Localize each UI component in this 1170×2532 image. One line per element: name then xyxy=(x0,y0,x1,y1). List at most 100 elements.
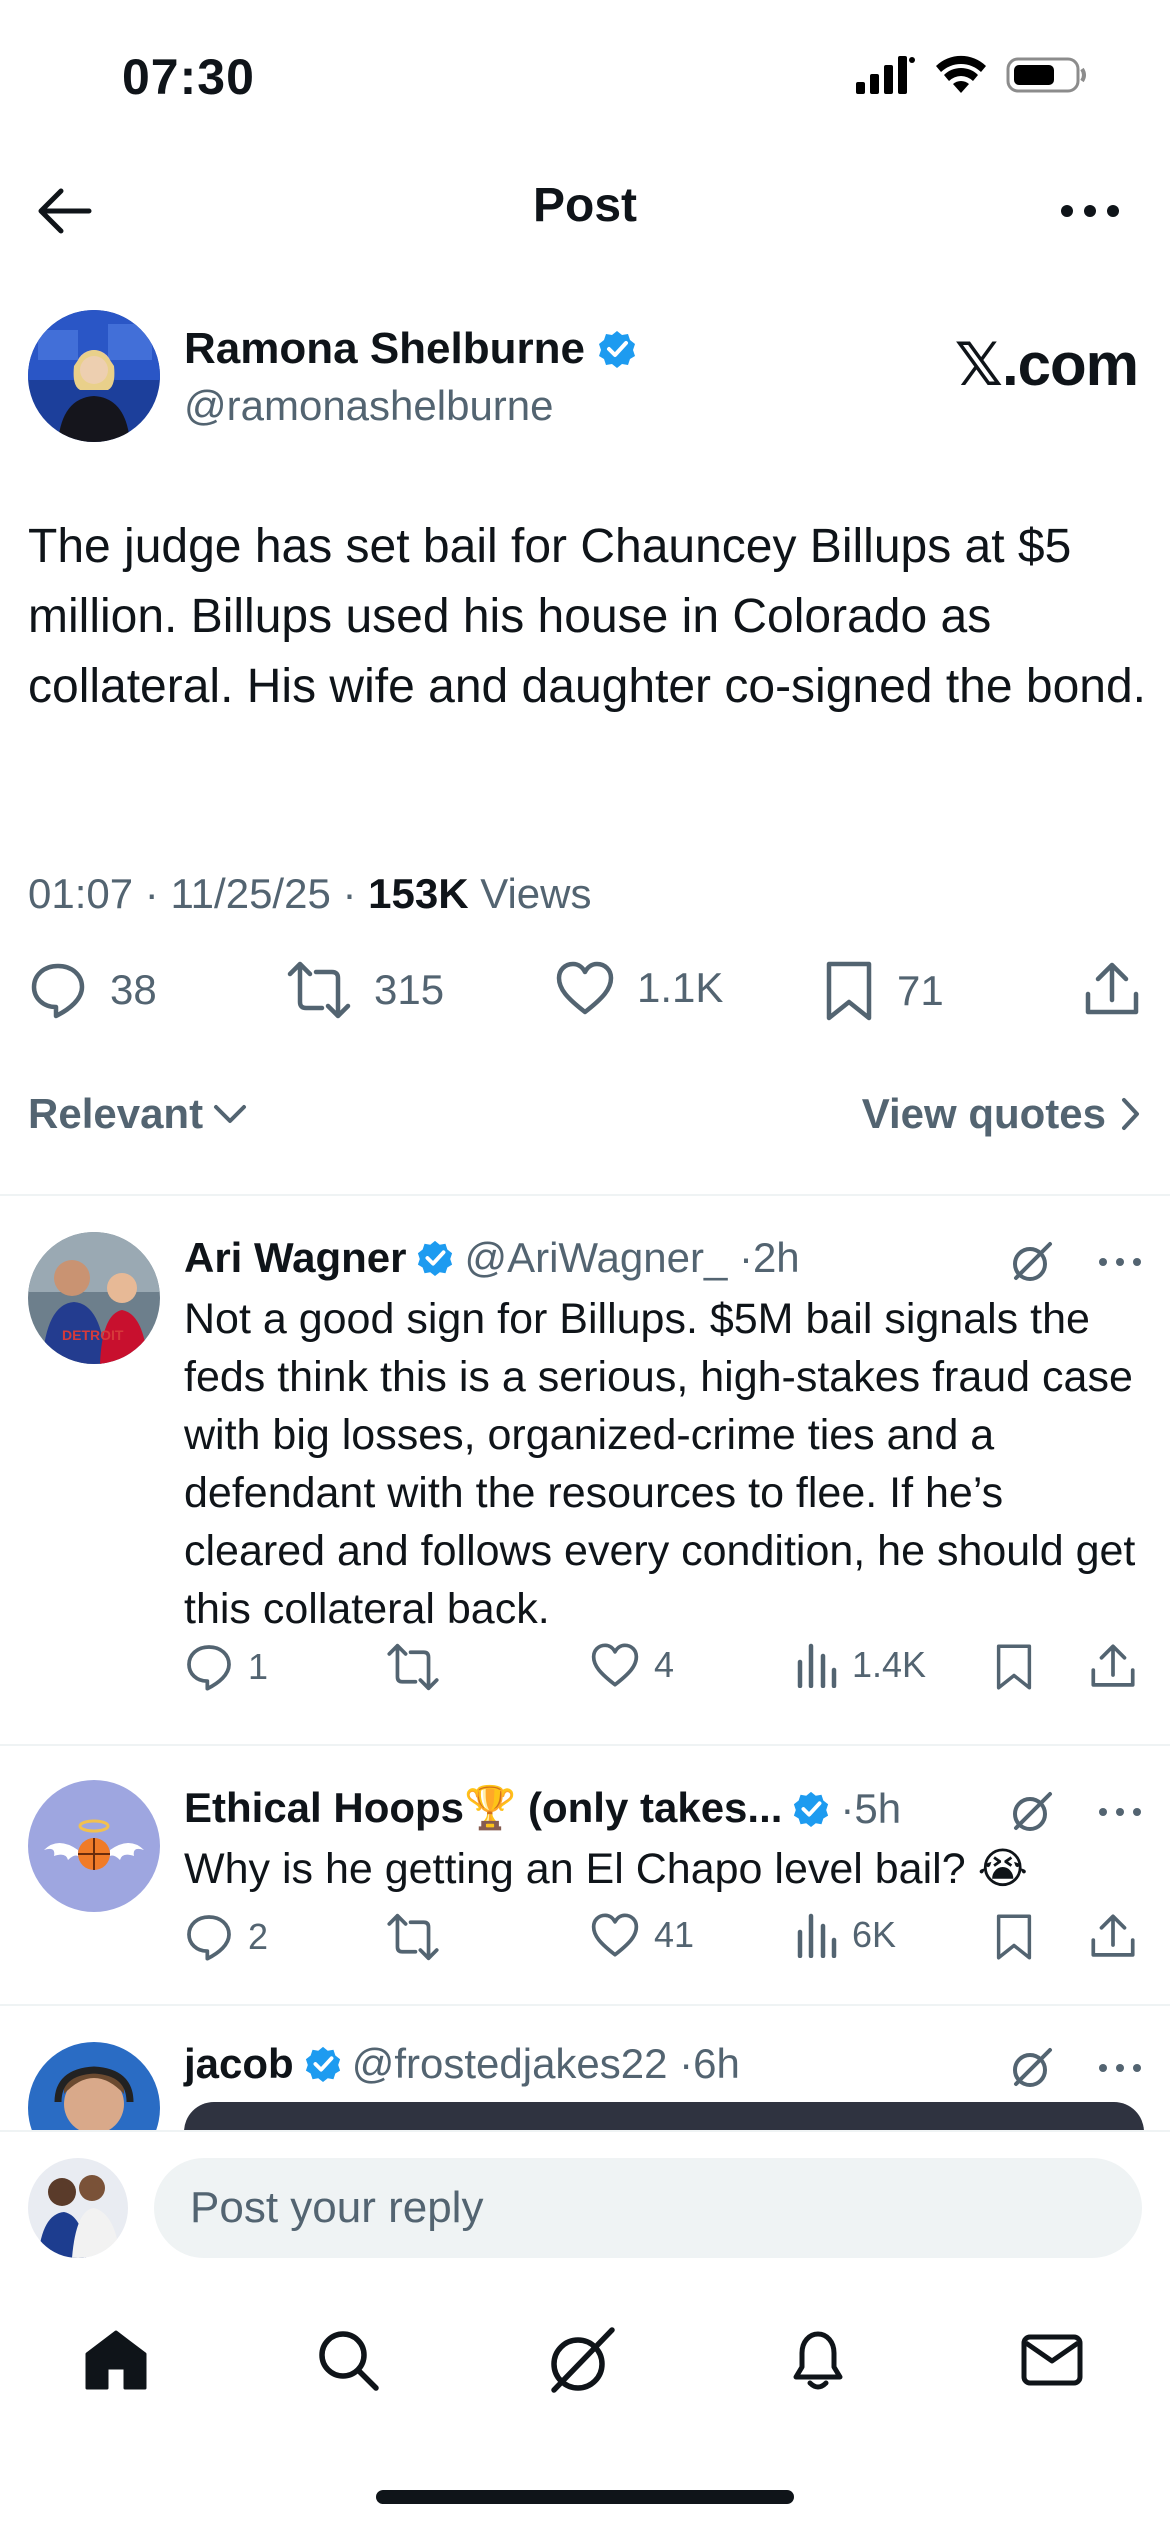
author-name-text: Ramona Shelburne xyxy=(184,324,585,373)
reply-time: 5h xyxy=(854,1784,902,1832)
reply-media-preview[interactable] xyxy=(184,2102,1144,2130)
sort-row: Relevant View quotes xyxy=(28,1090,1140,1150)
avatar[interactable] xyxy=(28,2042,160,2130)
grok-icon[interactable] xyxy=(1010,1790,1054,1834)
svg-text:DETROIT: DETROIT xyxy=(62,1327,124,1343)
reply-time: 6h xyxy=(693,2040,740,2087)
reply-count: 38 xyxy=(110,966,157,1013)
bookmark-button[interactable]: 71 xyxy=(823,960,944,1022)
view-quotes-link[interactable]: View quotes xyxy=(862,1090,1140,1138)
author-name[interactable]: Ramona Shelburne xyxy=(184,324,637,374)
avatar[interactable] xyxy=(28,310,160,442)
avatar[interactable] xyxy=(28,2158,128,2258)
like-count: 4 xyxy=(654,1644,675,1685)
reply-icon xyxy=(187,1645,231,1691)
reply-author-name[interactable]: Ethical Hoops🏆 (only takes... xyxy=(184,1784,782,1833)
bookmark-count: 71 xyxy=(897,967,944,1014)
verified-badge-icon xyxy=(598,331,635,368)
reply-button[interactable]: 2 xyxy=(184,1912,268,1962)
reply-composer xyxy=(0,2130,1170,2280)
reply-item[interactable]: jacob @frostedjakes22 · 6h xyxy=(0,2006,1170,2130)
tab-messages[interactable] xyxy=(1002,2310,1102,2410)
share-icon xyxy=(1091,1914,1135,1957)
tab-notifications[interactable] xyxy=(768,2310,868,2410)
verified-badge-icon xyxy=(794,1791,829,1827)
views-button[interactable]: 6K xyxy=(796,1912,896,1958)
avatar[interactable]: DETROIT xyxy=(28,1232,160,1364)
author-avatar-image xyxy=(28,310,160,442)
tab-home[interactable] xyxy=(66,2310,166,2410)
bar-chart-icon xyxy=(797,1913,837,1958)
reply-text: Not a good sign for Billups. $5M bail si… xyxy=(184,1295,1136,1633)
share-icon xyxy=(1091,1644,1135,1687)
reply-item[interactable]: Ethical Hoops🏆 (only takes... · 5h Why i… xyxy=(0,1746,1170,2004)
bookmark-button[interactable] xyxy=(994,1912,1034,1962)
bookmark-button[interactable] xyxy=(994,1642,1034,1692)
bell-icon xyxy=(793,2331,843,2390)
reply-input[interactable] xyxy=(154,2158,1142,2258)
repost-button[interactable] xyxy=(386,1912,454,1962)
bookmark-icon xyxy=(996,1644,1032,1690)
bookmark-icon xyxy=(826,961,872,1021)
more-horizontal-icon xyxy=(1061,205,1119,217)
search-icon xyxy=(319,2331,379,2391)
tab-grok[interactable] xyxy=(532,2310,632,2410)
more-horizontal-icon[interactable] xyxy=(1098,2063,1142,2073)
reply-author-handle[interactable]: @frostedjakes22 xyxy=(352,2040,668,2088)
like-button[interactable]: 1.1K xyxy=(555,960,723,1016)
heart-icon xyxy=(556,961,614,1015)
reply-author-name[interactable]: jacob xyxy=(184,2040,294,2088)
reply-item[interactable]: DETROIT Ari Wagner @AriWagner_ · 2h Not … xyxy=(0,1196,1170,1744)
home-icon xyxy=(85,2330,147,2390)
page-title: Post xyxy=(532,179,637,232)
post-actions: 38 315 1.1K 71 xyxy=(28,960,1148,1040)
share-icon xyxy=(1085,962,1139,1015)
reply-header: Ari Wagner @AriWagner_ · 2h xyxy=(184,1234,800,1282)
grok-icon[interactable] xyxy=(1010,1240,1054,1284)
header: Post xyxy=(0,160,1170,260)
verified-badge-icon xyxy=(305,2046,340,2083)
reply-time: 2h xyxy=(752,1234,800,1281)
status-time: 07:30 xyxy=(122,49,255,105)
reply-author-name[interactable]: Ari Wagner xyxy=(184,1234,406,1282)
share-button[interactable] xyxy=(1090,1642,1136,1690)
reply-header-icons xyxy=(1010,1240,1142,1284)
more-options-button[interactable] xyxy=(1050,176,1130,246)
post-date: 11/25/25 xyxy=(170,870,331,917)
reply-button[interactable]: 38 xyxy=(28,960,157,1020)
repost-button[interactable]: 315 xyxy=(286,960,444,1020)
reply-count: 1 xyxy=(248,1646,269,1687)
share-button[interactable] xyxy=(1084,960,1140,1018)
more-horizontal-icon[interactable] xyxy=(1098,1257,1142,1267)
reply-button[interactable]: 1 xyxy=(184,1642,268,1692)
reply-header: Ethical Hoops🏆 (only takes... · 5h xyxy=(184,1784,901,1833)
reply-author-handle[interactable]: @AriWagner_ xyxy=(464,1234,727,1282)
reply-header-icons xyxy=(1010,1790,1142,1834)
status-bar: 07:30 xyxy=(0,0,1170,150)
reply-avatar-image xyxy=(28,1780,160,1912)
mail-icon xyxy=(1021,2334,1083,2386)
grok-icon[interactable] xyxy=(1010,2046,1054,2090)
repost-button[interactable] xyxy=(386,1642,454,1692)
cellular-signal-icon xyxy=(856,56,915,94)
dot-separator: · xyxy=(727,1234,753,1281)
more-horizontal-icon[interactable] xyxy=(1098,1807,1142,1817)
tab-search[interactable] xyxy=(298,2310,398,2410)
share-button[interactable] xyxy=(1090,1912,1136,1960)
sort-dropdown[interactable]: Relevant xyxy=(28,1090,247,1138)
views-button[interactable]: 1.4K xyxy=(796,1642,926,1688)
wifi-icon xyxy=(936,55,986,93)
views-count: 6K xyxy=(852,1914,897,1955)
like-button[interactable]: 4 xyxy=(590,1642,674,1688)
bookmark-icon xyxy=(996,1914,1032,1960)
x-watermark: 𝕏.com xyxy=(954,331,1139,398)
views-label: Views xyxy=(480,870,592,917)
bar-chart-icon xyxy=(797,1643,837,1688)
post-text: The judge has set bail for Chauncey Bill… xyxy=(28,520,1147,713)
battery-icon xyxy=(1006,57,1086,93)
view-quotes-label: View quotes xyxy=(861,1090,1106,1137)
heart-icon xyxy=(591,1913,639,1957)
like-button[interactable]: 41 xyxy=(590,1912,694,1958)
avatar[interactable] xyxy=(28,1780,160,1912)
author-handle[interactable]: @ramonashelburne xyxy=(184,382,554,430)
